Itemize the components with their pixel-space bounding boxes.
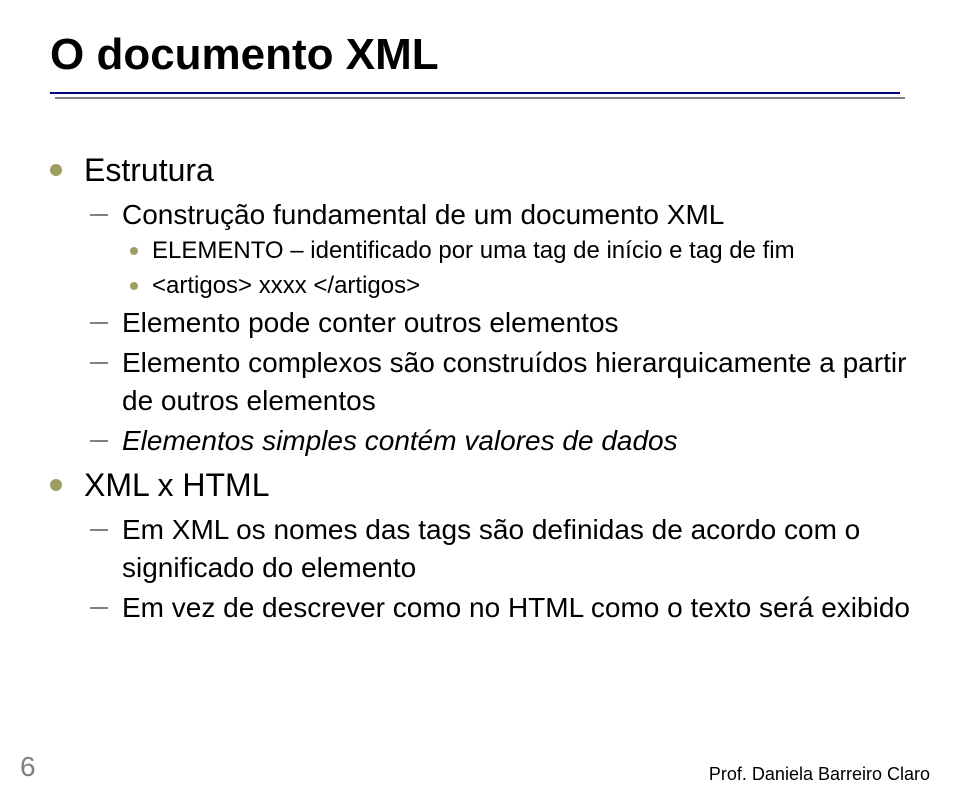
bullet-level2: Em XML os nomes das tags são definidas d… [90,511,930,587]
dash-icon [90,214,108,216]
bullet-text: XML x HTML [84,465,270,507]
bullet-level2: Elementos simples contém valores de dado… [90,422,930,460]
footer-author: Prof. Daniela Barreiro Claro [709,764,930,785]
bullet-text: Construção fundamental de um documento X… [122,196,724,234]
bullet-icon [130,282,138,290]
bullet-text-italic: Elementos simples contém valores de dado… [122,422,678,460]
title-underline [50,92,900,94]
bullet-text: ELEMENTO – identificado por uma tag de i… [152,235,795,267]
dash-icon [90,322,108,324]
bullet-text: Em vez de descrever como no HTML como o … [122,589,910,627]
slide-content: Estrutura Construção fundamental de um d… [50,150,930,628]
bullet-level2: Elemento pode conter outros elementos [90,304,930,342]
bullet-text: Elemento complexos são construídos hiera… [122,344,930,420]
dash-icon [90,440,108,442]
dash-icon [90,362,108,364]
slide-title: O documento XML [50,30,439,80]
bullet-level2: Construção fundamental de um documento X… [90,196,930,234]
page-number: 6 [20,751,36,783]
bullet-text: Elemento pode conter outros elementos [122,304,619,342]
bullet-icon [50,164,62,176]
dash-icon [90,607,108,609]
title-underline-shadow [55,97,905,99]
bullet-text: <artigos> xxxx </artigos> [152,270,420,302]
slide: O documento XML Estrutura Construção fun… [0,0,960,803]
bullet-level2: Em vez de descrever como no HTML como o … [90,589,930,627]
bullet-level3: <artigos> xxxx </artigos> [130,270,930,302]
bullet-icon [130,247,138,255]
bullet-text: Estrutura [84,150,214,192]
bullet-text: Em XML os nomes das tags são definidas d… [122,511,930,587]
bullet-icon [50,479,62,491]
bullet-level1: XML x HTML [50,465,930,507]
bullet-level2: Elemento complexos são construídos hiera… [90,344,930,420]
bullet-level3: ELEMENTO – identificado por uma tag de i… [130,235,930,267]
dash-icon [90,529,108,531]
bullet-level1: Estrutura [50,150,930,192]
